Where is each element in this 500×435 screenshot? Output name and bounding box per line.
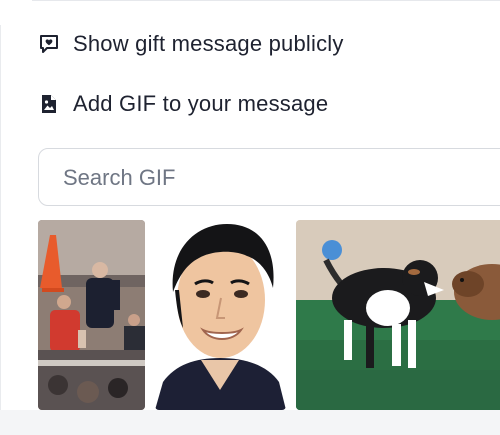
top-divider xyxy=(32,0,500,1)
gift-message-panel: Show gift message publicly Add GIF to yo… xyxy=(0,0,500,435)
image-file-icon xyxy=(38,93,60,115)
gif-crowd-image xyxy=(38,220,145,410)
gif-search-input[interactable] xyxy=(63,163,493,193)
gif-result-portrait[interactable] xyxy=(155,220,286,410)
add-gif-label: Add GIF to your message xyxy=(73,91,329,116)
show-gift-message-publicly-option[interactable]: Show gift message publicly xyxy=(38,30,344,58)
gif-dog-capybara-image xyxy=(296,220,500,410)
gif-result-dog-capybara[interactable] xyxy=(296,220,500,410)
gif-portrait-image xyxy=(155,220,286,410)
gif-search-box[interactable] xyxy=(38,148,500,206)
bottom-band xyxy=(0,410,500,435)
add-gif-option[interactable]: Add GIF to your message xyxy=(38,90,328,118)
show-gift-message-publicly-label: Show gift message publicly xyxy=(73,31,344,56)
message-heart-icon xyxy=(38,33,60,55)
left-divider xyxy=(0,25,1,410)
gif-result-crowd[interactable] xyxy=(38,220,145,410)
